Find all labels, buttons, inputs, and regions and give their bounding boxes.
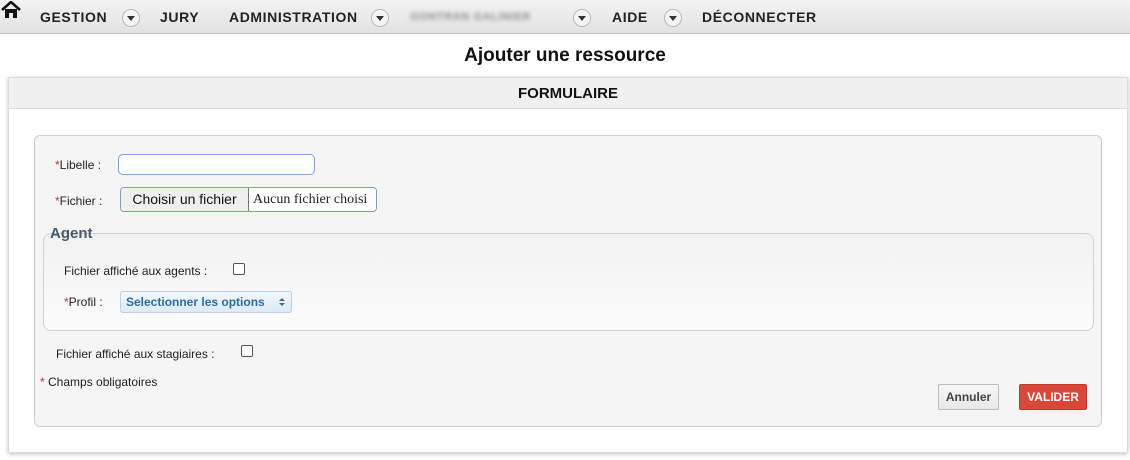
- form-container: *Libelle : *Fichier : Choisir un fichier…: [34, 135, 1102, 427]
- fichier-label: *Fichier :: [55, 194, 103, 208]
- agents-checkbox[interactable]: [233, 263, 245, 275]
- required-mark: *: [40, 375, 45, 389]
- top-navigation: GESTION JURY ADMINISTRATION GONTRAN GALI…: [0, 0, 1130, 34]
- stagiaires-checkbox[interactable]: [241, 345, 253, 357]
- nav-jury[interactable]: JURY: [160, 9, 199, 25]
- select-arrows-icon: [279, 298, 285, 306]
- submit-button[interactable]: VALIDER: [1019, 384, 1087, 410]
- libelle-label: *Libelle :: [55, 158, 102, 172]
- panel-header: FORMULAIRE: [9, 78, 1127, 109]
- file-input[interactable]: Choisir un fichier Aucun fichier choisi: [120, 187, 377, 212]
- page-title: Ajouter une ressource: [464, 45, 666, 66]
- profil-select-text: Selectionner les options: [126, 295, 265, 309]
- libelle-input[interactable]: [118, 154, 315, 175]
- nav-deconnecter[interactable]: DÉCONNECTER: [702, 9, 817, 25]
- home-icon[interactable]: [1, 0, 21, 19]
- stagiaires-checkbox-label: Fichier affiché aux stagiaires :: [56, 347, 215, 361]
- agent-fieldset: [43, 233, 1094, 331]
- profil-select[interactable]: Selectionner les options: [120, 291, 292, 313]
- file-status-text: Aucun fichier choisi: [253, 192, 368, 207]
- nav-aide[interactable]: AIDE: [612, 9, 648, 25]
- chevron-down-icon: [127, 16, 135, 21]
- agent-legend: Agent: [50, 225, 93, 242]
- nav-administration[interactable]: ADMINISTRATION: [229, 9, 358, 25]
- nav-gestion[interactable]: GESTION: [40, 9, 107, 25]
- chevron-down-icon: [578, 16, 586, 21]
- cancel-button[interactable]: Annuler: [938, 384, 999, 410]
- agents-checkbox-label: Fichier affiché aux agents :: [64, 264, 208, 278]
- administration-dropdown-toggle[interactable]: [371, 9, 389, 27]
- chevron-down-icon: [669, 16, 677, 21]
- choose-file-button[interactable]: Choisir un fichier: [121, 188, 249, 211]
- aide-dropdown-toggle[interactable]: [664, 9, 682, 27]
- required-note: * Champs obligatoires: [40, 375, 158, 389]
- chevron-down-icon: [376, 16, 384, 21]
- form-panel: FORMULAIRE *Libelle : *Fichier : Choisir…: [8, 77, 1128, 453]
- nav-user-name[interactable]: GONTRAN GALINIER: [410, 11, 531, 23]
- gestion-dropdown-toggle[interactable]: [122, 9, 140, 27]
- profil-label: *Profil :: [64, 295, 103, 309]
- user-dropdown-toggle[interactable]: [573, 9, 591, 27]
